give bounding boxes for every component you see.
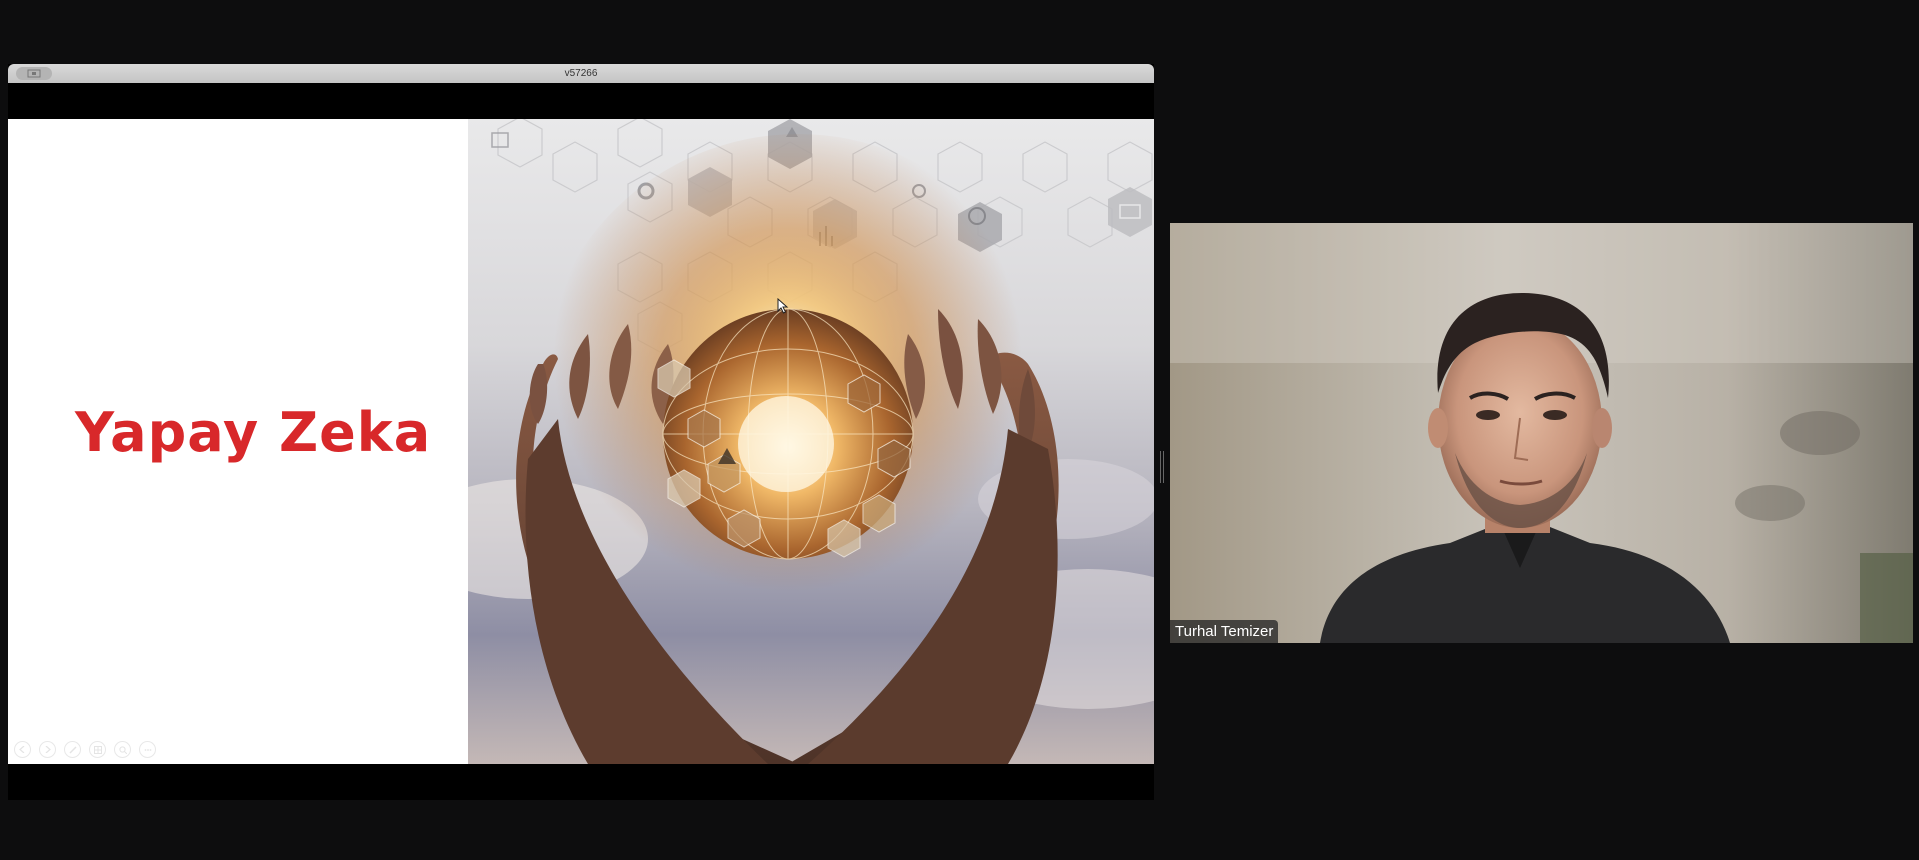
mouse-pointer-icon [777,297,789,319]
participant-video-tile[interactable]: Turhal Temizer [1170,223,1913,643]
participant-name-tag: Turhal Temizer [1170,620,1279,643]
more-icon[interactable] [139,741,156,758]
slide-title: Yapay Zeka [75,401,432,464]
presentation-slide: Yapay Zeka [8,119,1154,764]
share-titlebar[interactable]: v57266 [8,64,1154,83]
layout-splitter-handle[interactable] [1160,451,1164,483]
grid-icon[interactable] [89,741,106,758]
slide-text-panel: Yapay Zeka [8,119,468,764]
participant-video-feed [1170,223,1913,643]
zoom-icon[interactable] [114,741,131,758]
globe-in-hands-image [468,119,1154,764]
next-icon[interactable] [39,741,56,758]
slide-controls [14,741,156,758]
shared-screen-window: v57266 Yapay Zeka [8,64,1154,800]
share-title: v57266 [564,68,598,79]
screen-share-icon[interactable] [16,67,52,80]
prev-icon[interactable] [14,741,31,758]
pen-icon[interactable] [64,741,81,758]
